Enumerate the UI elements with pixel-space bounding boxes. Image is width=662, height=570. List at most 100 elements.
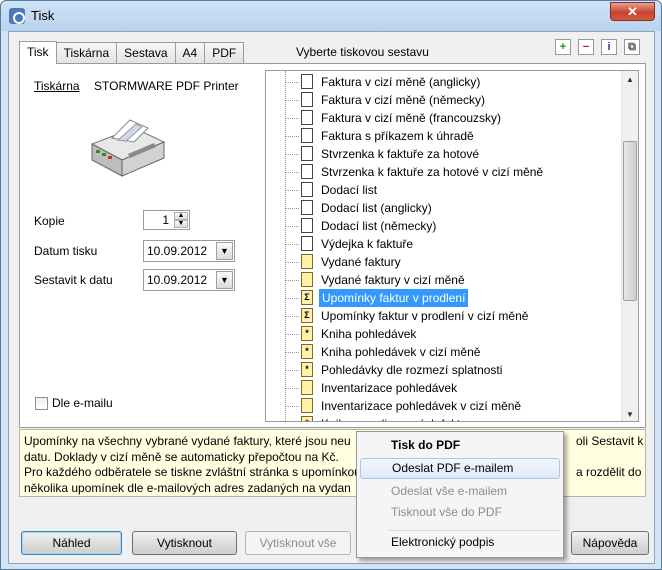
tree-branch <box>285 262 299 263</box>
document-icon <box>301 92 313 107</box>
tree-branch <box>285 370 299 371</box>
description-line-1: Upomínky na všechny vybrané vydané faktu… <box>24 434 351 448</box>
chevron-down-icon[interactable]: ▼ <box>216 271 233 289</box>
report-list-item[interactable]: Σ Upomínky faktur v prodlení v cizí měně <box>266 307 622 325</box>
report-list-item[interactable]: Faktura v cizí měně (německy) <box>266 91 622 109</box>
spin-up-icon[interactable]: ▲ <box>174 212 188 220</box>
menu-send-pdf-email[interactable]: Odeslat PDF e-mailem <box>360 458 560 479</box>
report-list-item[interactable]: Inventarizace pohledávek v cizí měně <box>266 397 622 415</box>
report-list-item[interactable]: Σ Upomínky faktur v prodlení <box>266 289 622 307</box>
menu-print-pdf[interactable]: Tisk do PDF <box>360 435 560 456</box>
yellow-list-icon <box>301 272 313 287</box>
document-icon <box>301 218 313 233</box>
scroll-thumb[interactable] <box>623 141 637 301</box>
compile-date-value: 10.09.2012 <box>147 273 208 287</box>
print-date-label: Datum tisku <box>34 244 98 258</box>
tab-pdf[interactable]: PDF <box>204 42 245 63</box>
report-list-item[interactable]: Stvrzenka k faktuře za hotové <box>266 145 622 163</box>
menu-print-all-pdf[interactable]: Tisknout vše do PDF <box>360 502 560 523</box>
tree-branch <box>285 118 299 119</box>
print-tab-panel: Tiskárna STORMWARE PDF Printer Kopie 1 ▲… <box>19 63 646 428</box>
print-date-combo[interactable]: 10.09.2012 ▼ <box>143 240 235 262</box>
menu-separator <box>388 530 560 531</box>
scroll-down-icon[interactable]: ▼ <box>622 406 638 421</box>
report-select-heading: Vyberte tiskovou sestavu <box>296 45 429 59</box>
report-list-item[interactable]: * Kniha pohledávek <box>266 325 622 343</box>
report-list-item-label: Inventarizace pohledávek v cizí měně <box>321 399 522 413</box>
tree-branch <box>285 388 299 389</box>
report-list-item-label: Vydané faktury v cizí měně <box>321 273 465 287</box>
tree-branch <box>285 154 299 155</box>
report-list-item-label: Faktura v cizí měně (německy) <box>321 93 486 107</box>
report-list-item[interactable]: * Kniha pohledávek v cizí měně <box>266 343 622 361</box>
report-list-item-label: Dodací list <box>321 183 378 197</box>
email-checkbox[interactable] <box>35 397 48 410</box>
report-list-item[interactable]: Dodací list <box>266 181 622 199</box>
report-list-item-label: Vydané faktury <box>321 255 401 269</box>
report-list-item[interactable]: Faktura v cizí měně (anglicky) <box>266 73 622 91</box>
report-list-item-label: Kniha penalizovaných faktur <box>319 417 473 421</box>
report-list-item[interactable]: Faktura v cizí měně (francouzsky) <box>266 109 622 127</box>
printer-link[interactable]: Tiskárna <box>34 79 80 93</box>
tab-a4[interactable]: A4 <box>174 42 206 63</box>
report-list-item[interactable]: Faktura s příkazem k úhradě <box>266 127 622 145</box>
tab-sestava[interactable]: Sestava <box>116 42 176 63</box>
report-list[interactable]: Faktura v cizí měně (anglicky) Faktura v … <box>265 70 639 422</box>
app-icon <box>9 8 25 24</box>
add-icon[interactable]: + <box>555 39 571 55</box>
tab-tisk[interactable]: Tisk <box>19 41 57 64</box>
report-list-item-label: Výdejka k faktuře <box>321 237 414 251</box>
report-list-item[interactable]: Dodací list (německy) <box>266 217 622 235</box>
report-list-item-label: Pohledávky dle rozmezí splatnosti <box>321 363 503 377</box>
report-list-item[interactable]: Inventarizace pohledávek <box>266 379 622 397</box>
report-list-item-label: Stvrzenka k faktuře za hotové v cizí měn… <box>321 165 544 179</box>
tree-branch <box>285 334 299 335</box>
info-icon[interactable]: i <box>601 39 617 55</box>
report-list-item[interactable]: * Kniha penalizovaných faktur <box>266 415 622 421</box>
report-list-item-label: Dodací list (anglicky) <box>321 201 432 215</box>
menu-e-signature[interactable]: Elektronický podpis <box>360 532 560 553</box>
tree-branch <box>285 352 299 353</box>
report-toolbar: + − i ⧉ <box>555 39 640 55</box>
menu-send-all-email[interactable]: Odeslat vše e-mailem <box>360 481 560 502</box>
scroll-up-icon[interactable]: ▲ <box>622 71 638 88</box>
print-dialog-window: Tisk ✕ Tisk Tiskárna Sestava A4 PDF Vybe… <box>0 0 662 570</box>
tree-branch <box>285 244 299 245</box>
report-list-item[interactable]: Stvrzenka k faktuře za hotové v cizí měn… <box>266 163 622 181</box>
tree-branch <box>285 172 299 173</box>
tab-tiskarna[interactable]: Tiskárna <box>55 42 118 63</box>
printer-icon <box>90 119 166 177</box>
spin-down-icon[interactable]: ▼ <box>174 220 188 228</box>
report-rows: Faktura v cizí měně (anglicky) Faktura v … <box>266 73 622 421</box>
document-icon <box>301 146 313 161</box>
print-all-button[interactable]: Vytisknout vše <box>245 531 351 555</box>
vertical-scrollbar[interactable]: ▲ ▼ <box>621 71 638 421</box>
close-button[interactable]: ✕ <box>610 2 655 21</box>
report-list-item[interactable]: Dodací list (anglicky) <box>266 199 622 217</box>
help-button[interactable]: Nápověda <box>571 531 649 555</box>
report-list-item[interactable]: Výdejka k faktuře <box>266 235 622 253</box>
copies-value: 1 <box>162 213 169 227</box>
remove-icon[interactable]: − <box>578 39 594 55</box>
yellow-list-icon <box>301 254 313 269</box>
document-icon <box>301 74 313 89</box>
report-list-item-label: Stvrzenka k faktuře za hotové <box>321 147 480 161</box>
print-date-value: 10.09.2012 <box>147 244 208 258</box>
print-button[interactable]: Vytisknout <box>132 531 237 555</box>
sigma-icon: Σ <box>301 308 313 323</box>
chevron-down-icon[interactable]: ▼ <box>216 242 233 260</box>
document-icon <box>301 110 313 125</box>
tree-branch <box>285 82 299 83</box>
preview-button[interactable]: Náhled <box>21 531 122 555</box>
email-checkbox-label[interactable]: Dle e-mailu <box>52 396 113 410</box>
report-list-item[interactable]: Vydané faktury <box>266 253 622 271</box>
report-list-item[interactable]: Vydané faktury v cizí měně <box>266 271 622 289</box>
star-list-icon: * <box>301 416 313 421</box>
report-list-item[interactable]: * Pohledávky dle rozmezí splatnosti <box>266 361 622 379</box>
description-line-3-tail: a rozdělit do <box>576 465 642 479</box>
report-list-item-label: Faktura s příkazem k úhradě <box>321 129 474 143</box>
star-list-icon: * <box>301 326 313 341</box>
compile-date-combo[interactable]: 10.09.2012 ▼ <box>143 269 235 291</box>
copy-icon[interactable]: ⧉ <box>624 39 640 55</box>
copies-spinner[interactable]: 1 ▲ ▼ <box>143 210 190 230</box>
